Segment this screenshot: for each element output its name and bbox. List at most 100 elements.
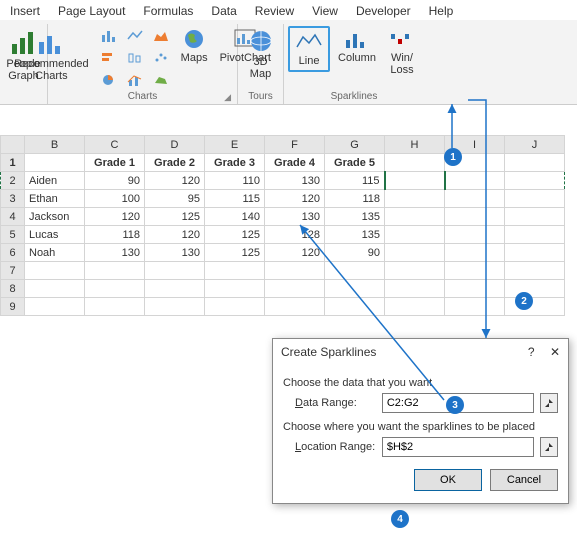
table-header-cell[interactable]: Grade 5	[325, 154, 385, 172]
row-header[interactable]: 3	[1, 190, 25, 208]
data-cell[interactable]: 115	[325, 172, 385, 190]
data-cell[interactable]: 110	[205, 172, 265, 190]
sparkline-column-button[interactable]: Column	[334, 26, 380, 66]
group-charts: RecommendedCharts Maps PivotChart	[48, 24, 238, 104]
data-cell[interactable]: 140	[205, 208, 265, 226]
col-header[interactable]: J	[505, 136, 565, 154]
row-header[interactable]: 5	[1, 226, 25, 244]
charts-launcher-icon[interactable]: ◢	[224, 92, 231, 103]
ok-button[interactable]: OK	[414, 469, 482, 491]
table-header-cell[interactable]: Grade 1	[85, 154, 145, 172]
worksheet[interactable]: BCDEFGHIJ1Grade 1Grade 2Grade 3Grade 4Gr…	[0, 105, 577, 316]
data-cell[interactable]: 120	[265, 244, 325, 262]
table-header-cell[interactable]	[505, 154, 565, 172]
tab-review[interactable]: Review	[255, 4, 294, 18]
col-header[interactable]: G	[325, 136, 385, 154]
col-header[interactable]: B	[25, 136, 85, 154]
table-header-cell[interactable]	[385, 154, 445, 172]
area-chart-button[interactable]	[149, 26, 173, 46]
row-header[interactable]: 9	[1, 298, 25, 316]
cancel-button[interactable]: Cancel	[490, 469, 558, 491]
name-cell[interactable]: Aiden	[25, 172, 85, 190]
table-header-cell[interactable]: Grade 3	[205, 154, 265, 172]
tab-page-layout[interactable]: Page Layout	[58, 4, 125, 18]
empty-cell[interactable]	[385, 244, 445, 262]
data-cell[interactable]: 130	[265, 172, 325, 190]
stat-chart-button[interactable]	[123, 48, 147, 68]
tab-help[interactable]: Help	[429, 4, 454, 18]
tab-formulas[interactable]: Formulas	[143, 4, 193, 18]
sparkline-line-button[interactable]: Line	[291, 29, 327, 69]
empty-cell[interactable]	[385, 226, 445, 244]
tab-insert[interactable]: Insert	[10, 4, 40, 18]
data-cell[interactable]: 130	[85, 244, 145, 262]
table-header-cell[interactable]	[25, 154, 85, 172]
recommended-charts-button[interactable]: RecommendedCharts	[10, 26, 93, 84]
chart-type-grid	[97, 26, 173, 90]
data-cell[interactable]: 120	[85, 208, 145, 226]
surface-chart-button[interactable]	[149, 70, 173, 90]
pie-chart-button[interactable]	[97, 70, 121, 90]
column-chart-button[interactable]	[97, 26, 121, 46]
data-cell[interactable]: 125	[205, 226, 265, 244]
empty-cell[interactable]	[385, 190, 445, 208]
dialog-section-data: Choose the data that you want	[283, 377, 558, 389]
data-cell[interactable]: 118	[85, 226, 145, 244]
data-range-label: Data Range:	[295, 397, 376, 409]
combo-chart-button[interactable]	[123, 70, 147, 90]
empty-cell[interactable]	[385, 172, 445, 190]
help-icon[interactable]: ?	[528, 345, 535, 359]
data-cell[interactable]: 125	[205, 244, 265, 262]
location-range-input[interactable]	[382, 437, 534, 457]
row-header[interactable]: 8	[1, 280, 25, 298]
col-header[interactable]: C	[85, 136, 145, 154]
col-header[interactable]: D	[145, 136, 205, 154]
row-header[interactable]: 2	[1, 172, 25, 190]
col-header[interactable]: E	[205, 136, 265, 154]
data-cell[interactable]: 130	[145, 244, 205, 262]
table-header-cell[interactable]: Grade 2	[145, 154, 205, 172]
data-cell[interactable]: 115	[205, 190, 265, 208]
tab-developer[interactable]: Developer	[356, 4, 411, 18]
row-header[interactable]: 4	[1, 208, 25, 226]
location-range-ref-button[interactable]	[540, 437, 558, 457]
row-header[interactable]: 1	[1, 154, 25, 172]
data-cell[interactable]: 120	[265, 190, 325, 208]
data-range-ref-button[interactable]	[540, 393, 558, 413]
data-cell[interactable]: 118	[325, 190, 385, 208]
empty-cell[interactable]	[385, 208, 445, 226]
data-cell[interactable]: 120	[145, 226, 205, 244]
bar-chart-button[interactable]	[97, 48, 121, 68]
data-cell[interactable]: 135	[325, 226, 385, 244]
data-cell[interactable]: 125	[145, 208, 205, 226]
close-icon[interactable]: ✕	[550, 345, 560, 359]
charts-group-label: Charts◢	[54, 90, 231, 103]
3d-map-button[interactable]: 3DMap	[244, 26, 278, 82]
tab-view[interactable]: View	[312, 4, 338, 18]
name-cell[interactable]: Lucas	[25, 226, 85, 244]
line-chart-button[interactable]	[123, 26, 147, 46]
col-header[interactable]: F	[265, 136, 325, 154]
location-range-label: Location Range:	[295, 441, 376, 453]
data-cell[interactable]: 135	[325, 208, 385, 226]
ribbon-tabs: Insert Page Layout Formulas Data Review …	[0, 0, 577, 20]
data-cell[interactable]: 130	[265, 208, 325, 226]
name-cell[interactable]: Ethan	[25, 190, 85, 208]
data-cell[interactable]: 90	[85, 172, 145, 190]
data-cell[interactable]: 120	[145, 172, 205, 190]
col-header[interactable]: H	[385, 136, 445, 154]
data-cell[interactable]: 100	[85, 190, 145, 208]
name-cell[interactable]: Noah	[25, 244, 85, 262]
data-cell[interactable]: 95	[145, 190, 205, 208]
maps-button[interactable]: Maps	[177, 26, 212, 66]
sparkline-winloss-button[interactable]: Win/Loss	[384, 26, 420, 78]
data-cell[interactable]: 128	[265, 226, 325, 244]
table-header-cell[interactable]: Grade 4	[265, 154, 325, 172]
row-header[interactable]: 7	[1, 262, 25, 280]
data-cell[interactable]: 90	[325, 244, 385, 262]
maps-icon	[183, 28, 205, 50]
tab-data[interactable]: Data	[211, 4, 236, 18]
scatter-chart-button[interactable]	[149, 48, 173, 68]
row-header[interactable]: 6	[1, 244, 25, 262]
name-cell[interactable]: Jackson	[25, 208, 85, 226]
